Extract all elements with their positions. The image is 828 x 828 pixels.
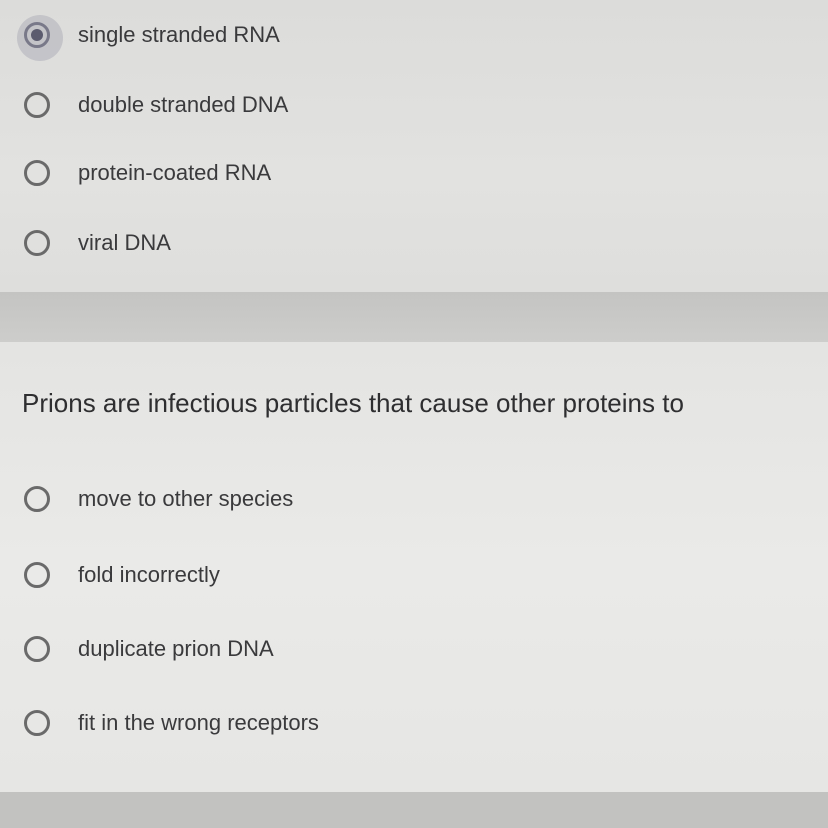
option-move-to-other-species[interactable]: move to other species	[24, 486, 293, 512]
option-fold-incorrectly[interactable]: fold incorrectly	[24, 562, 220, 588]
option-label: viral DNA	[78, 230, 171, 255]
form-page: single stranded RNA double stranded DNA …	[0, 0, 828, 828]
radio-button[interactable]	[24, 562, 50, 588]
question-card-1: single stranded RNA double stranded DNA …	[0, 0, 828, 292]
radio-button[interactable]	[24, 92, 50, 118]
option-label: move to other species	[78, 486, 294, 511]
card-separator	[0, 292, 828, 342]
option-fit-in-wrong-receptors[interactable]: fit in the wrong receptors	[24, 710, 319, 736]
option-label: fold incorrectly	[78, 562, 220, 587]
option-protein-coated-rna[interactable]: protein-coated RNA	[24, 160, 271, 186]
radio-button[interactable]	[24, 160, 50, 186]
option-label: protein-coated RNA	[78, 160, 272, 185]
option-double-stranded-dna[interactable]: double stranded DNA	[24, 92, 288, 118]
radio-button[interactable]	[24, 710, 50, 736]
card-separator	[0, 792, 828, 828]
option-label: double stranded DNA	[78, 92, 289, 117]
option-label: single stranded RNA	[78, 22, 280, 47]
radio-button-selected[interactable]	[17, 15, 63, 61]
radio-button[interactable]	[24, 636, 50, 662]
option-label: fit in the wrong receptors	[78, 710, 319, 735]
option-label: duplicate prion DNA	[78, 636, 274, 661]
question-text: Prions are infectious particles that cau…	[22, 388, 684, 418]
option-single-stranded-rna[interactable]: single stranded RNA	[17, 15, 280, 61]
radio-button[interactable]	[24, 230, 50, 256]
option-viral-dna[interactable]: viral DNA	[24, 230, 171, 256]
radio-button[interactable]	[24, 486, 50, 512]
option-duplicate-prion-dna[interactable]: duplicate prion DNA	[24, 636, 274, 662]
